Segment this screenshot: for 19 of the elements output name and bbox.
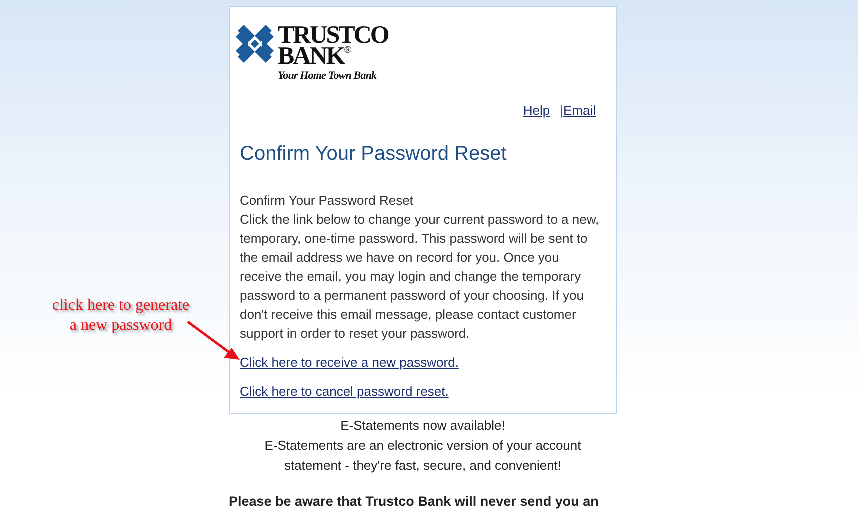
annotation-text: click here to generate — [51, 296, 191, 316]
action-link[interactable]: Click here to cancel password reset. — [240, 382, 449, 401]
header-link[interactable]: Help — [523, 103, 550, 118]
page-heading: Confirm Your Password Reset — [240, 143, 508, 166]
link-separator: | — [560, 103, 564, 118]
logo-wordmark: TRUSTCO — [278, 25, 388, 46]
action-link[interactable]: Click here to receive a new password. — [240, 353, 459, 372]
subheading: Confirm Your Password Reset — [240, 192, 414, 210]
header-link[interactable]: Email — [563, 103, 596, 118]
annotation-arrow — [187, 321, 240, 360]
logo-wordmark: BANK — [278, 46, 344, 67]
registered-mark: ® — [344, 46, 352, 56]
notice-text: E-Statements are an electronic version of your account statement - they're fast, secure, and convenient! — [264, 437, 582, 475]
instructions-text: Click the link below to change your current password to a new, temporary, one-time password. This password will be sent to the email address we have on record for you. Once you receive the email, you may login and change the temporary password to a permanent password of your choosing. If you don't receive this email message, please contact customer support in order to reset your password. — [240, 211, 600, 343]
logo-tagline: Your Home Town Bank — [278, 70, 378, 82]
annotation-text: a new password — [68, 316, 174, 336]
logo-icon — [236, 25, 274, 63]
warning-text: Please be aware that Trustco Bank will never send you an — [229, 494, 600, 509]
notice-title: E-Statements now available! — [340, 417, 506, 435]
